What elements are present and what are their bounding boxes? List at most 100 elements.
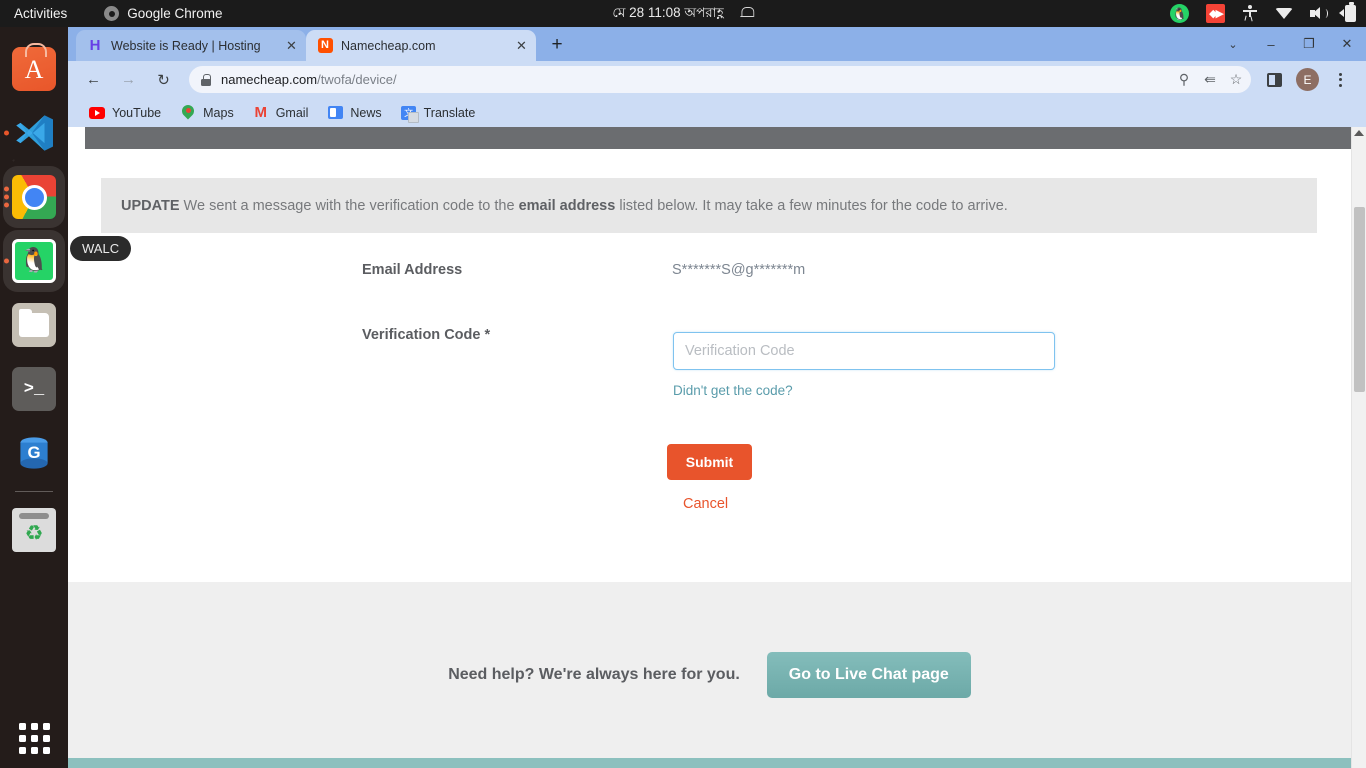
page-viewport: UPDATE We sent a message with the verific… <box>68 127 1366 768</box>
profile-avatar[interactable]: E <box>1296 68 1319 91</box>
alert-text-before: We sent a message with the verification … <box>183 197 515 214</box>
chrome-window: H Website is Ready | Hosting ✕ N Nameche… <box>68 27 1366 768</box>
bookmark-gmail[interactable]: M Gmail <box>244 102 318 124</box>
youtube-icon <box>89 105 105 121</box>
walc-icon: 🐧 <box>12 239 56 283</box>
dock-item-vscode[interactable] <box>0 101 68 165</box>
scroll-up-arrow-icon[interactable] <box>1354 130 1364 136</box>
browser-tab-1[interactable]: H Website is Ready | Hosting ✕ <box>76 30 306 61</box>
chrome-icon <box>104 6 120 21</box>
gdb-icon: G <box>12 431 56 475</box>
bookmark-label: YouTube <box>112 105 162 120</box>
bookmark-translate[interactable]: 文 Translate <box>392 102 485 124</box>
whatsapp-tray-icon[interactable]: 🐧 <box>1170 4 1189 23</box>
bookmarks-bar: YouTube Maps M Gmail News 文 Translate <box>68 98 1366 127</box>
lock-icon <box>201 73 211 86</box>
update-alert-banner: UPDATE We sent a message with the verific… <box>101 178 1317 233</box>
active-app-menu[interactable]: Google Chrome <box>104 6 223 21</box>
cancel-link[interactable]: Cancel <box>683 496 728 512</box>
bookmark-youtube[interactable]: YouTube <box>80 102 170 124</box>
ubuntu-dock: A 🐧 >_ G ♻ <box>0 27 68 768</box>
dock-item-files[interactable] <box>0 293 68 357</box>
submit-button[interactable]: Submit <box>667 444 752 480</box>
activities-button[interactable]: Activities <box>14 6 67 21</box>
battery-icon[interactable] <box>1339 2 1356 22</box>
wifi-icon[interactable] <box>1275 8 1293 19</box>
maximize-button[interactable]: ❐ <box>1290 27 1328 61</box>
gmail-icon: M <box>254 104 267 121</box>
share-icon[interactable]: ⇚ <box>1197 67 1223 93</box>
dock-tooltip: WALC <box>70 236 132 261</box>
side-panel-icon[interactable] <box>1260 65 1289 94</box>
url-domain: namecheap.com <box>221 72 318 87</box>
tab-search-icon[interactable]: ⌄ <box>1214 27 1252 61</box>
bookmark-label: Maps <box>203 105 234 120</box>
ubuntu-software-icon: A <box>12 43 56 91</box>
star-icon[interactable]: ☆ <box>1223 67 1249 93</box>
footer-bottom-strip <box>68 758 1351 768</box>
red-app-tray-icon[interactable]: ◆▶ <box>1206 4 1225 23</box>
verification-code-input[interactable] <box>673 332 1055 370</box>
dock-item-terminal[interactable]: >_ <box>0 357 68 421</box>
minimize-button[interactable]: – <box>1252 27 1290 61</box>
alert-label: UPDATE <box>121 197 180 214</box>
tab-close-2[interactable]: ✕ <box>513 37 530 54</box>
bookmark-maps[interactable]: Maps <box>171 102 243 124</box>
show-applications-button[interactable] <box>0 723 68 754</box>
namecheap-icon: N <box>317 38 333 54</box>
active-app-name: Google Chrome <box>127 6 223 21</box>
hostinger-icon: H <box>89 37 101 54</box>
omnibox-actions: ⚲ ⇚ ☆ <box>1171 67 1249 93</box>
verification-code-label: Verification Code * <box>362 327 491 343</box>
page-footer: Need help? We're always here for you. Go… <box>68 582 1351 768</box>
footer-help-text: Need help? We're always here for you. <box>448 666 740 683</box>
svg-text:G: G <box>27 443 40 462</box>
bookmark-label: News <box>350 105 382 120</box>
email-address-label: Email Address <box>362 262 463 278</box>
dock-item-gdb[interactable]: G <box>0 421 68 485</box>
clock-area[interactable]: মে 28 11:08 অপরাহ্ণ <box>612 2 755 25</box>
translate-icon: 文 <box>401 105 420 123</box>
alert-emphasis: email address <box>518 197 616 214</box>
new-tab-button[interactable]: + <box>543 31 571 59</box>
reload-button[interactable]: ↻ <box>149 65 178 94</box>
browser-toolbar: ← → ↻ namecheap.com/twofa/device/ ⚲ ⇚ ☆ … <box>68 61 1366 98</box>
live-chat-button[interactable]: Go to Live Chat page <box>766 652 971 698</box>
forward-button[interactable]: → <box>114 65 143 94</box>
bookmark-label: Gmail <box>275 105 309 120</box>
dock-item-google-chrome[interactable] <box>0 165 68 229</box>
news-icon <box>327 105 343 121</box>
dock-item-walc[interactable]: 🐧 <box>0 229 68 293</box>
didnt-get-code-link[interactable]: Didn't get the code? <box>673 383 793 398</box>
page-scrollbar[interactable] <box>1351 127 1366 768</box>
namecheap-twofa-page: UPDATE We sent a message with the verific… <box>68 127 1351 768</box>
close-button[interactable]: ✕ <box>1328 27 1366 61</box>
address-bar[interactable]: namecheap.com/twofa/device/ ⚲ ⇚ ☆ <box>189 66 1251 93</box>
window-controls: ⌄ – ❐ ✕ <box>1214 27 1366 61</box>
email-address-value: S*******S@g*******m <box>672 262 806 278</box>
key-icon[interactable]: ⚲ <box>1171 67 1197 93</box>
trash-icon: ♻ <box>12 508 56 552</box>
three-dot-menu-icon[interactable] <box>1326 65 1355 94</box>
bell-icon <box>740 6 755 21</box>
maps-icon <box>180 105 196 121</box>
gnome-top-bar: Activities Google Chrome মে 28 11:08 অপর… <box>0 0 1366 27</box>
scrollbar-thumb[interactable] <box>1354 207 1365 392</box>
back-button[interactable]: ← <box>79 65 108 94</box>
volume-icon[interactable] <box>1310 6 1328 21</box>
chrome-icon <box>12 175 56 219</box>
accessibility-icon[interactable] <box>1242 5 1258 22</box>
address-bar-url: namecheap.com/twofa/device/ <box>221 72 397 87</box>
alert-text-after: listed below. It may take a few minutes … <box>619 197 1008 214</box>
app-grid-icon <box>18 723 50 754</box>
system-tray[interactable]: 🐧 ◆▶ <box>1170 2 1356 23</box>
tab-close-1[interactable]: ✕ <box>283 37 300 54</box>
tab-title-1: Website is Ready | Hosting <box>111 38 261 53</box>
browser-tab-2[interactable]: N Namecheap.com ✕ <box>306 30 536 61</box>
files-icon <box>12 303 56 347</box>
dock-item-trash[interactable]: ♻ <box>0 498 68 562</box>
dock-item-ubuntu-software[interactable]: A <box>0 37 68 101</box>
bookmark-news[interactable]: News <box>318 102 390 124</box>
tab-title-2: Namecheap.com <box>341 38 436 53</box>
dock-separator <box>15 491 53 492</box>
